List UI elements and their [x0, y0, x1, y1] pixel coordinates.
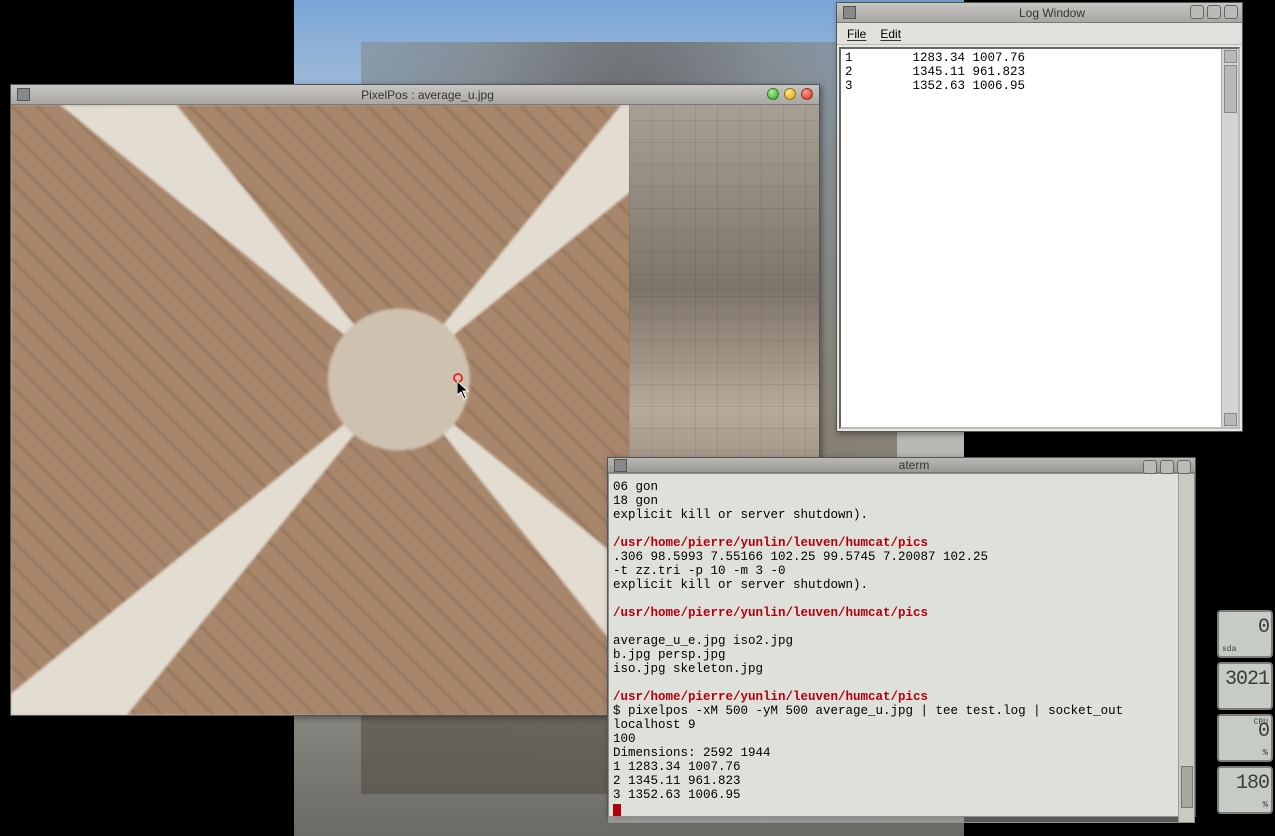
terminal-cursor-icon — [613, 804, 621, 816]
window-controls — [1143, 460, 1191, 474]
terminal-line: -t zz.tri -p 10 -m 3 -0 — [613, 564, 1172, 578]
terminal-body: 06 gon18 gonexplicit kill or server shut… — [608, 473, 1195, 823]
terminal-line: explicit kill or server shutdown). — [613, 578, 1172, 592]
window-menu-icon[interactable] — [614, 459, 627, 472]
close-button[interactable] — [801, 88, 813, 100]
terminal-line: iso.jpg skeleton.jpg — [613, 662, 1172, 676]
close-button[interactable] — [1224, 5, 1238, 19]
terminal-line: b.jpg persp.jpg — [613, 648, 1172, 662]
scroll-thumb[interactable] — [1181, 766, 1193, 808]
monitor-unit: % — [1263, 800, 1268, 810]
terminal-line: Dimensions: 2592 1944 — [613, 746, 1172, 760]
terminal-line: explicit kill or server shutdown). — [613, 508, 1172, 522]
minimize-button[interactable] — [767, 88, 779, 100]
terminal-line: 18 gon — [613, 494, 1172, 508]
terminal-line: /usr/home/pierre/yunlin/leuven/humcat/pi… — [613, 606, 1172, 620]
pixelpos-titlebar[interactable]: PixelPos : average_u.jpg — [11, 85, 819, 105]
terminal-line: average_u_e.jpg iso2.jpg — [613, 634, 1172, 648]
window-controls — [767, 88, 813, 100]
monitor-unit: % — [1263, 748, 1268, 758]
terminal-line — [613, 620, 1172, 634]
window-menu-icon[interactable] — [17, 88, 30, 101]
aterm-title: aterm — [633, 458, 1195, 472]
minimize-button[interactable] — [1190, 5, 1204, 19]
terminal-line — [613, 676, 1172, 690]
scroll-down-icon[interactable] — [1224, 413, 1237, 426]
terminal-line: /usr/home/pierre/yunlin/leuven/humcat/pi… — [613, 536, 1172, 550]
aterm-titlebar[interactable]: aterm — [608, 458, 1195, 473]
log-window[interactable]: Log Window File Edit 1 1283.34 1007.76 2… — [836, 2, 1243, 432]
monitor-value: 3021 — [1219, 668, 1269, 691]
monitor-label: sda — [1222, 645, 1236, 654]
close-button[interactable] — [1177, 460, 1191, 474]
terminal-line: 06 gon — [613, 480, 1172, 494]
terminal-scrollbar[interactable] — [1178, 474, 1194, 822]
pixelpos-title: PixelPos : average_u.jpg — [36, 88, 819, 102]
maximize-button[interactable] — [784, 88, 796, 100]
terminal-line: $ pixelpos -xM 500 -yM 500 average_u.jpg… — [613, 704, 1172, 732]
terminal-line: .306 98.5993 7.55166 102.25 99.5745 7.20… — [613, 550, 1172, 564]
monitor-cpu[interactable]: 0 % CPU — [1217, 714, 1273, 762]
terminal-line: 1 1283.34 1007.76 — [613, 760, 1172, 774]
terminal-line: 100 — [613, 732, 1172, 746]
monitor-value: 0 — [1219, 616, 1269, 639]
terminal-line — [613, 592, 1172, 606]
log-text[interactable]: 1 1283.34 1007.76 2 1345.11 961.823 3 13… — [841, 49, 1221, 427]
maximize-button[interactable] — [1160, 460, 1174, 474]
scroll-up-icon[interactable] — [1224, 50, 1237, 63]
window-controls — [1190, 5, 1238, 19]
aterm-window[interactable]: aterm 06 gon18 gonexplicit kill or serve… — [607, 457, 1196, 817]
log-menubar: File Edit — [837, 23, 1242, 45]
monitor-corner-label: CPU — [1254, 718, 1268, 727]
monitor-mem[interactable]: 180 % — [1217, 766, 1273, 814]
scroll-thumb[interactable] — [1224, 65, 1237, 113]
terminal-text[interactable]: 06 gon18 gonexplicit kill or server shut… — [609, 474, 1178, 822]
log-scrollbar[interactable] — [1221, 49, 1238, 427]
system-monitor-stack: 0 sda 3021 0 % CPU 180 % — [1217, 610, 1273, 814]
monitor-disk[interactable]: 0 sda — [1217, 610, 1273, 658]
terminal-line — [613, 522, 1172, 536]
log-titlebar[interactable]: Log Window — [837, 3, 1242, 23]
maximize-button[interactable] — [1207, 5, 1221, 19]
terminal-line: 2 1345.11 961.823 — [613, 774, 1172, 788]
pixel-marker-icon — [453, 373, 463, 383]
monitor-net[interactable]: 3021 — [1217, 662, 1273, 710]
menu-edit[interactable]: Edit — [880, 27, 901, 41]
log-title: Log Window — [862, 6, 1242, 20]
window-menu-icon[interactable] — [843, 6, 856, 19]
menu-file[interactable]: File — [847, 27, 866, 41]
minimize-button[interactable] — [1143, 460, 1157, 474]
log-body: 1 1283.34 1007.76 2 1345.11 961.823 3 13… — [839, 47, 1240, 429]
terminal-line: 3 1352.63 1006.95 — [613, 788, 1172, 802]
terminal-line: /usr/home/pierre/yunlin/leuven/humcat/pi… — [613, 690, 1172, 704]
monitor-value: 180 — [1219, 772, 1269, 795]
